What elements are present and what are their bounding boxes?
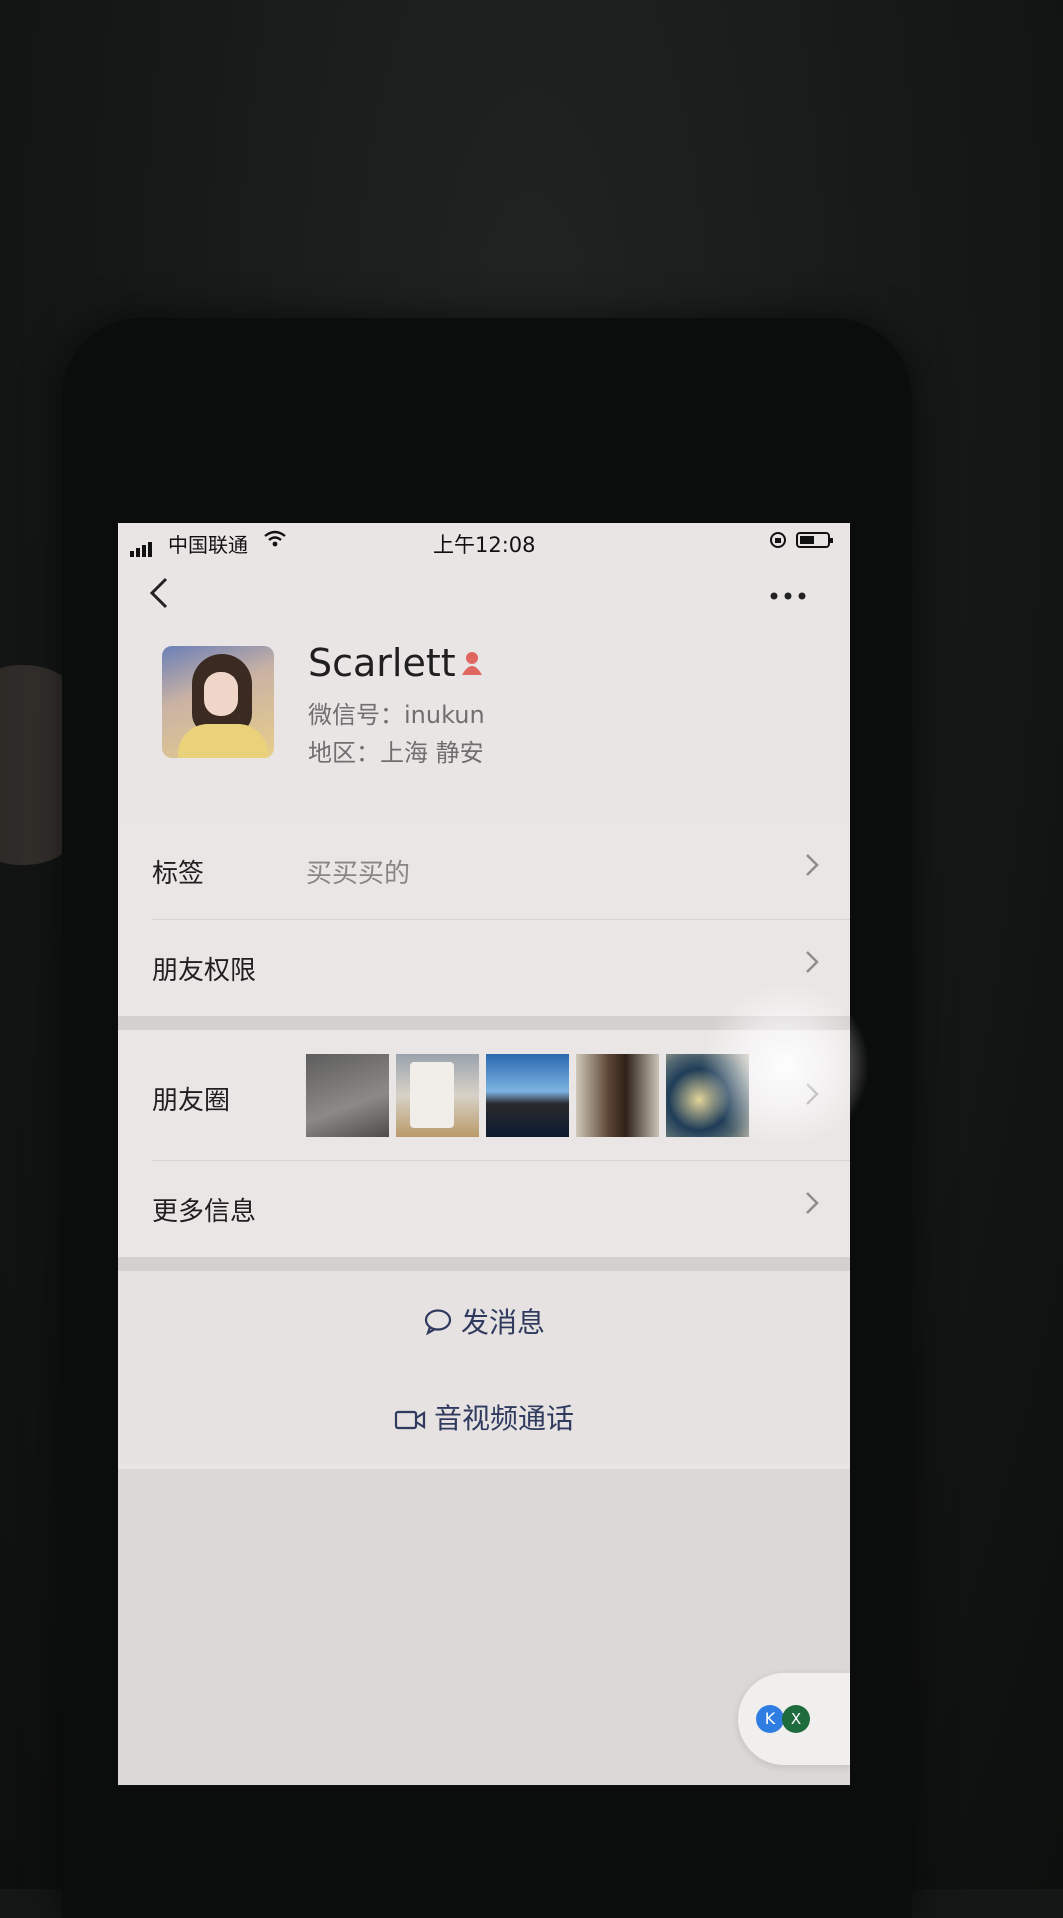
k-app-icon: K [756,1705,784,1733]
permissions-row[interactable]: 朋友权限 [118,920,850,1016]
battery-icon [796,532,833,548]
wifi-icon [263,529,287,554]
moments-thumbnail [396,1054,479,1137]
back-button[interactable] [146,575,180,615]
chevron-right-icon [804,948,820,984]
floating-window-button[interactable]: K X [738,1673,850,1765]
tags-label: 标签 [152,859,205,889]
chat-bubble-icon [424,1309,452,1336]
moments-thumbnail [576,1054,659,1137]
rotation-lock-icon [768,530,788,555]
send-message-label: 发消息 [460,1306,545,1339]
permissions-label: 朋友权限 [152,956,257,986]
moments-row[interactable]: 朋友圈 [118,1030,850,1160]
phone-screen: 中国联通 上午12:08 Scarlett 微信号：inukun 地区：上海 静… [118,523,850,1785]
profile-name: Scarlett [308,641,456,685]
chevron-left-icon [149,577,168,609]
avatar[interactable] [162,646,274,758]
video-camera-icon [394,1410,426,1430]
video-call-button[interactable]: 音视频通话 [118,1367,850,1463]
more-info-label: 更多信息 [152,1197,257,1227]
chevron-right-icon [804,1189,820,1225]
moments-thumbnail [306,1054,389,1137]
wechat-id: 微信号：inukun [308,701,485,729]
chevron-right-icon [804,1080,820,1116]
send-message-button[interactable]: 发消息 [118,1271,850,1367]
empty-area [118,1469,850,1785]
chevron-right-icon [804,851,820,887]
signal-icon [130,533,154,557]
moments-thumbnail [486,1054,569,1137]
section-gap [118,1016,850,1030]
more-options-button[interactable] [768,575,818,611]
x-app-icon: X [782,1705,810,1733]
moments-thumbnail [666,1054,749,1137]
status-bar: 中国联通 上午12:08 [118,523,850,563]
tags-row[interactable]: 标签 买买买的 [118,823,850,919]
moments-label: 朋友圈 [152,1086,231,1116]
more-icon [770,592,806,600]
carrier-name: 中国联通 [168,533,248,557]
region: 地区：上海 静安 [308,739,484,767]
clock: 上午12:08 [433,533,536,557]
video-call-label: 音视频通话 [433,1402,574,1435]
tags-value: 买买买的 [306,859,411,889]
more-info-row[interactable]: 更多信息 [118,1161,850,1257]
female-icon [462,652,482,675]
section-gap [118,1257,850,1271]
